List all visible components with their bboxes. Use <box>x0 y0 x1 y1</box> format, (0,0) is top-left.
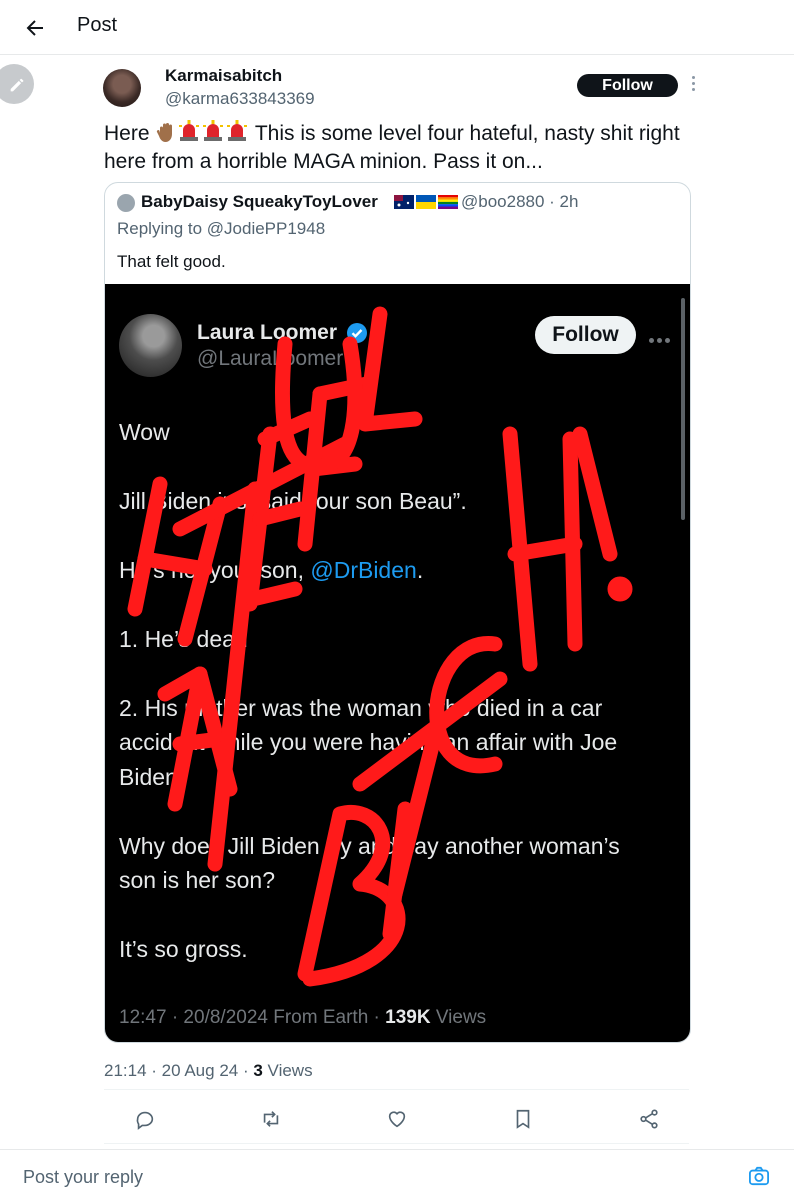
raised-hand-icon <box>157 123 173 142</box>
page-title: Post <box>77 14 118 36</box>
screenshot-footer-time: 12:47 · 20/8/2024 From Earth · <box>119 1007 386 1028</box>
quoted-post[interactable]: BabyDaisy SqueakyToyLover @boo2880 · 2h … <box>104 182 691 1043</box>
handwritten-scribble-overlay <box>127 306 633 987</box>
screenshot-line: 1. He’s dead <box>119 626 248 652</box>
screenshot-line: Biden. <box>119 764 185 790</box>
reply-icon[interactable] <box>134 1108 156 1130</box>
screenshot-display-name: Laura Loomer <box>197 321 338 344</box>
screenshot-line: It’s so gross. <box>119 936 248 962</box>
police-light-icon <box>203 120 224 141</box>
reply-input[interactable]: Post your reply <box>23 1167 143 1188</box>
screenshot-avatar <box>119 314 182 377</box>
post-text: Here This is some level four hateful, na… <box>104 119 704 176</box>
screenshot-line: 2. His mother was the woman who died in … <box>119 695 603 721</box>
more-options-icon[interactable] <box>691 76 697 96</box>
screenshot-line: accident while you were having an affair… <box>119 729 618 755</box>
screenshot-line: Why does Jill Biden try and say another … <box>119 833 620 859</box>
bookmark-icon[interactable] <box>512 1108 534 1130</box>
quoted-handle: @boo2880 · 2h <box>461 192 579 211</box>
pencil-icon <box>10 78 24 92</box>
post-timestamp: 21:14 · 20 Aug 24 · 3 Views <box>104 1061 313 1081</box>
quoted-flags <box>394 195 458 214</box>
screenshot-line-suffix: . <box>416 557 424 583</box>
ukraine-flag-icon <box>416 195 436 209</box>
views-label: Views <box>262 1061 313 1080</box>
author-display-name[interactable]: Karmaisabitch <box>165 66 282 86</box>
screenshot-views-label: Views <box>430 1007 487 1028</box>
post-text-start: Here <box>104 122 156 145</box>
screenshot-line: Jill Biden just said “our son Beau”. <box>119 488 467 514</box>
timestamp-text: 21:14 · 20 Aug 24 · <box>104 1061 254 1080</box>
repost-icon[interactable] <box>260 1108 282 1130</box>
screenshot-line: He’s not your son, @DrBiden. <box>119 557 423 584</box>
screenshot-line: Wow <box>119 419 170 445</box>
quoted-avatar <box>117 194 135 212</box>
embedded-screenshot: Laura Loomer @LauraLoomer Follow Wow Jil… <box>105 284 690 1042</box>
police-light-icon <box>227 120 248 141</box>
screenshot-more-icon <box>649 330 673 348</box>
follow-button[interactable]: Follow <box>577 74 678 97</box>
rainbow-flag-icon <box>438 195 458 209</box>
camera-icon[interactable] <box>748 1166 770 1186</box>
back-arrow-icon[interactable] <box>22 16 48 40</box>
police-light-icon <box>179 120 200 141</box>
compose-button[interactable] <box>0 64 34 104</box>
views-count: 3 <box>253 1061 263 1080</box>
author-handle[interactable]: @karma633843369 <box>165 89 315 109</box>
quoted-text: That felt good. <box>117 252 226 271</box>
action-bar <box>104 1089 689 1144</box>
quoted-replying-to[interactable]: Replying to @JodiePP1948 <box>117 219 325 239</box>
screenshot-line: son is her son? <box>119 867 275 893</box>
screenshot-views-count: 139K <box>385 1007 431 1028</box>
screenshot-handle: @LauraLoomer <box>197 347 344 370</box>
screenshot-follow-button: Follow <box>535 316 636 354</box>
verified-badge-icon <box>347 323 367 343</box>
screenshot-mention: @DrBiden <box>310 557 417 583</box>
author-avatar[interactable] <box>103 69 141 107</box>
top-bar: Post <box>0 0 794 55</box>
share-icon[interactable] <box>638 1108 660 1130</box>
australia-flag-icon <box>394 195 414 209</box>
screenshot-scrollbar <box>681 298 685 520</box>
like-icon[interactable] <box>386 1108 408 1130</box>
quoted-display-name: BabyDaisy SqueakyToyLover <box>141 192 378 211</box>
screenshot-footer: 12:47 · 20/8/2024 From Earth · 139K View… <box>119 1007 486 1029</box>
reply-composer[interactable]: Post your reply <box>0 1149 794 1201</box>
screenshot-line-text: He’s not your son, <box>119 557 311 583</box>
